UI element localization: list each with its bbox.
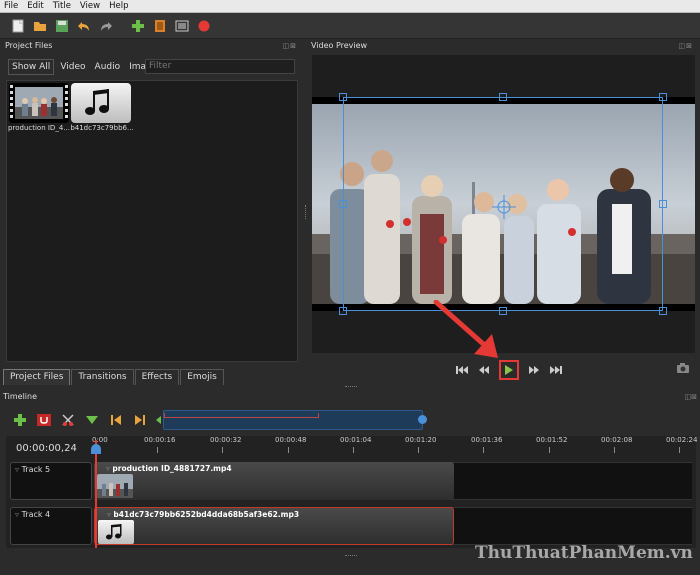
ruler-tick-label: 00:01:52 bbox=[536, 436, 568, 444]
track-label: Track 5 bbox=[21, 465, 51, 474]
redo-icon[interactable] bbox=[98, 18, 114, 34]
playback-controls bbox=[455, 360, 563, 380]
filter-input[interactable]: Filter bbox=[145, 59, 295, 74]
track-header-4[interactable]: ▿ Track 4 bbox=[10, 507, 92, 545]
ruler-tick-label: 00:00:48 bbox=[275, 436, 307, 444]
open-project-icon[interactable] bbox=[32, 18, 48, 34]
transform-handle[interactable] bbox=[659, 93, 667, 101]
transform-handle[interactable] bbox=[339, 93, 347, 101]
timecode-display: 00:00:00,24 bbox=[16, 443, 77, 454]
snapping-icon[interactable] bbox=[36, 412, 52, 428]
ruler-tick-label: 00:00:16 bbox=[144, 436, 176, 444]
add-marker-icon[interactable] bbox=[84, 412, 100, 428]
add-track-icon[interactable] bbox=[12, 412, 28, 428]
playhead[interactable] bbox=[95, 440, 97, 548]
transform-center-icon[interactable] bbox=[492, 195, 516, 219]
rewind-icon[interactable] bbox=[477, 363, 491, 377]
menu-file[interactable]: File bbox=[4, 1, 18, 11]
clip-name: production ID_4881727.mp4 bbox=[112, 464, 232, 473]
project-files-titlebar: Project Files ◫⊠ bbox=[2, 39, 300, 52]
export-video-icon[interactable] bbox=[196, 18, 212, 34]
filter-buttons: Show All Video Audio Image bbox=[8, 59, 160, 75]
menu-title[interactable]: Title bbox=[53, 1, 71, 11]
new-project-icon[interactable] bbox=[10, 18, 26, 34]
undo-icon[interactable] bbox=[76, 18, 92, 34]
project-files-title: Project Files bbox=[5, 41, 53, 50]
file-thumbnail-audio[interactable] bbox=[71, 83, 131, 123]
panel-float-close-icon[interactable]: ◫⊠ bbox=[679, 42, 693, 50]
next-marker-icon[interactable] bbox=[132, 412, 148, 428]
annotation-arrow-icon bbox=[433, 300, 498, 358]
ruler-tick-label: 00:02:08 bbox=[601, 436, 633, 444]
transform-handle[interactable] bbox=[499, 93, 507, 101]
filter-show-all-button[interactable]: Show All bbox=[8, 59, 55, 75]
clip-thumbnail bbox=[97, 474, 133, 498]
filter-video-button[interactable]: Video bbox=[57, 60, 88, 74]
timeline-titlebar: Timeline ◫⊠ bbox=[0, 390, 700, 403]
tab-transitions[interactable]: Transitions bbox=[71, 369, 134, 385]
timeline-title: Timeline bbox=[3, 392, 38, 401]
file-name-audio: b41dc73c79bb6... bbox=[70, 124, 134, 132]
tab-emojis[interactable]: Emojis bbox=[180, 369, 224, 385]
menu-view[interactable]: View bbox=[80, 1, 100, 11]
track-label: Track 4 bbox=[21, 510, 51, 519]
play-icon bbox=[505, 365, 513, 375]
choose-profile-icon[interactable] bbox=[152, 18, 168, 34]
video-clip[interactable]: ▿ production ID_4881727.mp4 bbox=[94, 462, 454, 500]
jump-to-start-icon[interactable] bbox=[455, 363, 469, 377]
tab-project-files[interactable]: Project Files bbox=[3, 369, 71, 385]
timeline-ruler[interactable]: 0:00 00:00:16 00:00:32 00:00:48 00:01:04… bbox=[92, 436, 698, 454]
save-project-icon[interactable] bbox=[54, 18, 70, 34]
file-thumbnail-video[interactable] bbox=[9, 83, 69, 123]
filter-audio-button[interactable]: Audio bbox=[92, 60, 124, 74]
import-files-icon[interactable] bbox=[130, 18, 146, 34]
video-preview-title: Video Preview bbox=[311, 41, 368, 50]
video-preview-titlebar: Video Preview ◫⊠ bbox=[308, 39, 696, 52]
transform-handle[interactable] bbox=[659, 307, 667, 315]
fullscreen-icon[interactable] bbox=[174, 18, 190, 34]
razor-icon[interactable] bbox=[60, 412, 76, 428]
file-name-video: production ID_4... bbox=[8, 124, 70, 132]
jump-to-end-icon[interactable] bbox=[549, 363, 563, 377]
splitter-handle[interactable] bbox=[345, 386, 357, 388]
splitter-handle[interactable] bbox=[305, 205, 308, 219]
bottom-tabs: Project Files Transitions Effects Emojis bbox=[3, 369, 225, 385]
menu-edit[interactable]: Edit bbox=[27, 1, 43, 11]
transform-handle[interactable] bbox=[339, 200, 347, 208]
watermark-text: ThuThuatPhanMem.vn bbox=[475, 543, 693, 563]
music-note-icon bbox=[98, 520, 134, 544]
project-files-list: production ID_4... b41dc73c79bb6... bbox=[6, 80, 298, 362]
timeline-zoom-scroller[interactable] bbox=[163, 410, 427, 430]
transform-handle[interactable] bbox=[659, 200, 667, 208]
menu-help[interactable]: Help bbox=[109, 1, 128, 11]
ruler-tick-label: 00:01:04 bbox=[340, 436, 372, 444]
scroller-handle[interactable] bbox=[418, 415, 427, 424]
ruler-tick-label: 00:01:20 bbox=[405, 436, 437, 444]
tab-effects[interactable]: Effects bbox=[134, 369, 180, 385]
fast-forward-icon[interactable] bbox=[527, 363, 541, 377]
track-header-5[interactable]: ▿ Track 5 bbox=[10, 462, 92, 500]
ruler-tick-label: 00:02:24 bbox=[666, 436, 698, 444]
previous-marker-icon[interactable] bbox=[108, 412, 124, 428]
main-toolbar bbox=[0, 13, 700, 39]
music-note-icon bbox=[85, 89, 109, 115]
menu-bar: File Edit Title View Help bbox=[0, 0, 700, 13]
playhead-handle[interactable] bbox=[91, 444, 101, 454]
ruler-tick-label: 00:00:32 bbox=[210, 436, 242, 444]
transform-handle[interactable] bbox=[339, 307, 347, 315]
play-button[interactable] bbox=[499, 360, 519, 380]
camera-icon[interactable] bbox=[676, 363, 690, 376]
panel-float-close-icon[interactable]: ◫⊠ bbox=[283, 42, 297, 50]
audio-clip[interactable]: ▿ b41dc73c79bb6252bd4dda68b5af3e62.mp3 bbox=[94, 507, 454, 545]
scroller-range bbox=[164, 413, 319, 418]
clip-name: b41dc73c79bb6252bd4dda68b5af3e62.mp3 bbox=[113, 510, 300, 519]
ruler-tick-label: 00:01:36 bbox=[471, 436, 503, 444]
panel-float-close-icon[interactable]: ◫⊠ bbox=[685, 393, 697, 401]
splitter-handle[interactable] bbox=[345, 555, 357, 557]
